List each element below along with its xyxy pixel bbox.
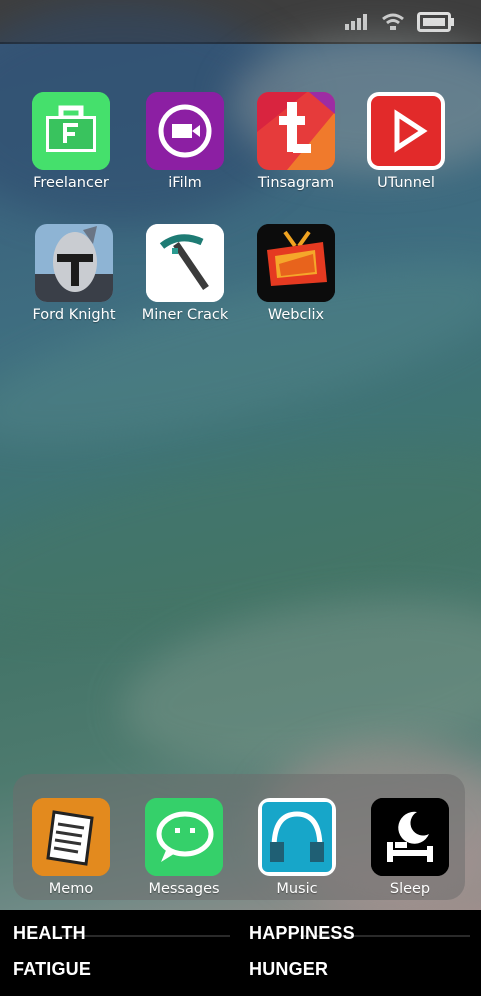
wifi-icon (382, 13, 404, 30)
hunger-label: HUNGER (249, 959, 329, 979)
app-label: UTunnel (377, 175, 435, 191)
dock: Memo Messages Music Sleep (13, 774, 465, 900)
chat-bubble-icon (145, 798, 223, 876)
battery-icon (417, 12, 454, 32)
notepad-icon (32, 798, 110, 876)
cellular-signal-icon (345, 14, 367, 30)
app-tinsagram[interactable]: Tinsagram (244, 92, 348, 191)
app-label: Sleep (389, 881, 431, 897)
app-label: Tinsagram (257, 175, 335, 191)
app-webclix[interactable]: Webclix (244, 224, 348, 323)
app-freelancer[interactable]: Freelancer (19, 92, 123, 191)
health-label: HEALTH (13, 923, 86, 943)
happiness-label: HAPPINESS (249, 923, 355, 943)
letter-t-icon (257, 92, 335, 170)
app-messages[interactable]: Messages (132, 798, 236, 897)
headphones-icon (258, 798, 336, 876)
app-ford-knight[interactable]: Ford Knight (22, 224, 126, 323)
app-label: Freelancer (33, 175, 109, 191)
video-camera-icon (146, 92, 224, 170)
phone-screen: Freelancer iFilm Tinsagram UTunnel Ford … (0, 0, 481, 996)
app-music[interactable]: Music (245, 798, 349, 897)
pickaxe-icon (146, 224, 224, 302)
app-miner-crack[interactable]: Miner Crack (133, 224, 237, 323)
app-label: Miner Crack (141, 307, 229, 323)
knight-helmet-icon (35, 224, 113, 302)
app-ifilm[interactable]: iFilm (133, 92, 237, 191)
fatigue-label: FATIGUE (13, 959, 92, 979)
play-icon (367, 92, 445, 170)
stats-panel: HEALTH HAPPINESS FATIGUE HUNGER (0, 910, 481, 996)
briefcase-icon (32, 92, 110, 170)
app-label: Webclix (267, 307, 325, 323)
app-label: Messages (148, 881, 220, 897)
app-label: Memo (48, 881, 94, 897)
app-memo[interactable]: Memo (19, 798, 123, 897)
retro-tv-icon (257, 224, 335, 302)
app-label: Ford Knight (32, 307, 116, 323)
app-utunnel[interactable]: UTunnel (354, 92, 458, 191)
moon-bed-icon (371, 798, 449, 876)
app-sleep[interactable]: Sleep (358, 798, 462, 897)
app-label: iFilm (168, 175, 202, 191)
app-label: Music (276, 881, 318, 897)
